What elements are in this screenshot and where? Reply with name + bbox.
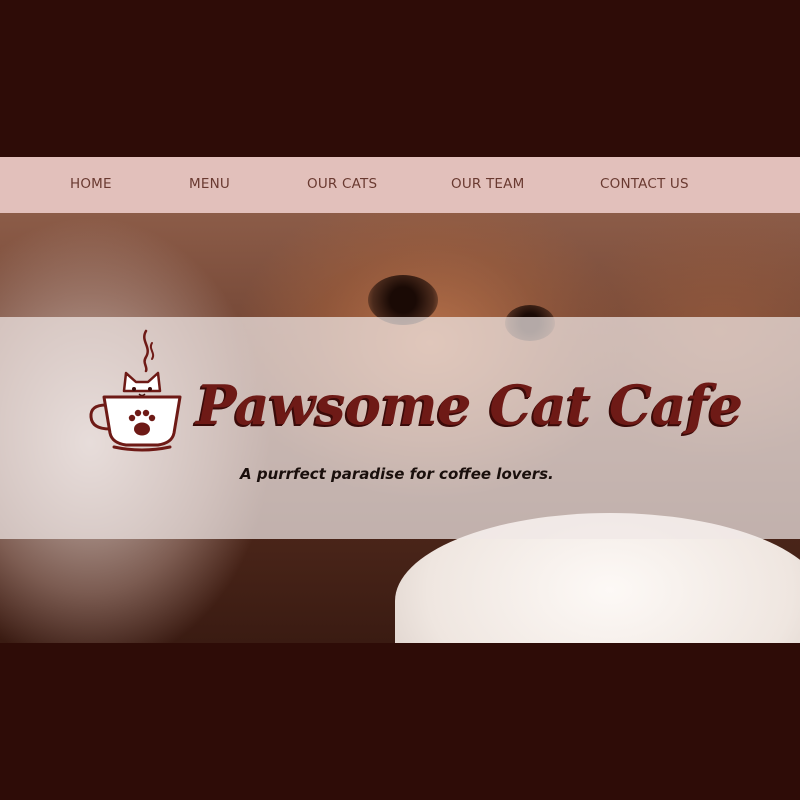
nav-item-our-team[interactable]: OUR TEAM: [451, 157, 524, 213]
brand-title: Pawsome Cat Cafe: [196, 373, 743, 437]
cat-in-coffee-cup-icon: [88, 325, 184, 455]
brand-tagline: A purrfect paradise for coffee lovers.: [240, 465, 554, 483]
main-nav: HOME MENU OUR CATS OUR TEAM CONTACT US: [0, 157, 800, 213]
nav-item-our-cats[interactable]: OUR CATS: [307, 157, 377, 213]
hero-banner: Pawsome Cat Cafe A purrfect paradise for…: [0, 213, 800, 643]
nav-item-home[interactable]: HOME: [70, 157, 112, 213]
nav-item-menu[interactable]: MENU: [189, 157, 230, 213]
nav-item-contact-us[interactable]: CONTACT US: [600, 157, 689, 213]
